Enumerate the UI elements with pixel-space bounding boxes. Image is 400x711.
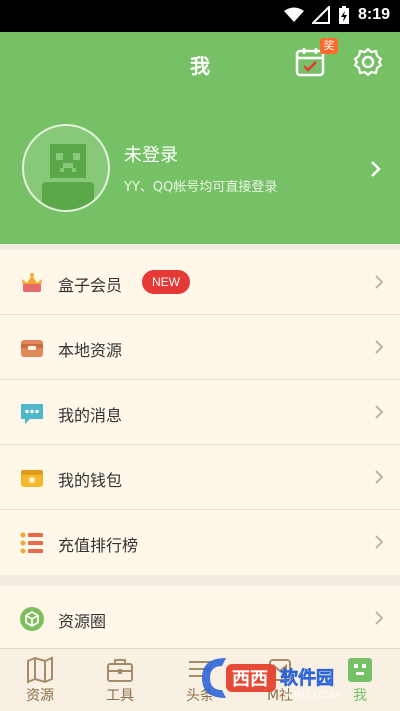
message-icon bbox=[21, 404, 43, 424]
new-badge: NEW bbox=[142, 270, 190, 294]
menu-label-ranking: 充值排行榜 bbox=[58, 536, 139, 555]
wallet-icon bbox=[21, 470, 43, 487]
battery-icon bbox=[338, 6, 349, 24]
tab-label-tools: 工具 bbox=[106, 688, 134, 704]
toolbox-icon bbox=[107, 659, 133, 682]
login-profile-card[interactable]: 未登录 YY、QQ帐号均可直接登录 bbox=[0, 94, 400, 244]
menu-label-local-resource: 本地资源 bbox=[58, 341, 123, 360]
checkin-button[interactable]: 奖 bbox=[294, 38, 338, 78]
tab-label-resources: 资源 bbox=[26, 688, 54, 704]
resource-circle-icon bbox=[20, 607, 44, 631]
tab-resources[interactable]: 资源 bbox=[0, 655, 80, 705]
wifi-icon bbox=[283, 7, 304, 22]
menu-group-secondary: 资源圈 bbox=[0, 586, 400, 651]
local-resource-icon bbox=[21, 340, 43, 357]
chevron-right-icon bbox=[375, 405, 384, 419]
chevron-right-icon bbox=[375, 275, 384, 289]
chevron-right-icon bbox=[375, 470, 384, 484]
gear-icon bbox=[353, 47, 383, 77]
login-status: 未登录 bbox=[124, 145, 178, 166]
map-icon bbox=[27, 656, 53, 684]
menu-label-wallet: 我的钱包 bbox=[58, 471, 123, 490]
tab-tools[interactable]: 工具 bbox=[80, 655, 160, 705]
menu-label-messages: 我的消息 bbox=[58, 406, 123, 425]
status-bar: 8:19 bbox=[0, 0, 400, 32]
menu-item-vip[interactable]: 盒子会员 NEW bbox=[0, 250, 400, 315]
menu-label-vip: 盒子会员 bbox=[58, 276, 123, 295]
chevron-right-icon bbox=[375, 535, 384, 549]
settings-button[interactable] bbox=[352, 46, 384, 78]
menu-item-local-resource[interactable]: 本地资源 bbox=[0, 315, 400, 380]
vip-icon bbox=[22, 273, 42, 292]
menu-item-wallet[interactable]: 我的钱包 bbox=[0, 445, 400, 510]
app-header: 我 奖 bbox=[0, 32, 400, 94]
page-title: 我 bbox=[190, 54, 210, 78]
login-hint: YY、QQ帐号均可直接登录 bbox=[124, 180, 278, 195]
menu-label-resource-circle: 资源圈 bbox=[58, 612, 107, 631]
menu-item-messages[interactable]: 我的消息 bbox=[0, 380, 400, 445]
status-time: 8:19 bbox=[357, 6, 390, 23]
chevron-right-icon bbox=[375, 340, 384, 354]
default-avatar-icon bbox=[42, 144, 94, 210]
svg-text:CR173.COM: CR173.COM bbox=[288, 690, 340, 700]
ranking-icon bbox=[20, 532, 43, 554]
svg-text:软件园: 软件园 bbox=[280, 667, 334, 689]
watermark-logo: 西西 软件园 CR173.COM bbox=[196, 654, 384, 706]
signal-icon bbox=[311, 6, 330, 24]
avatar bbox=[22, 124, 110, 212]
chevron-right-icon bbox=[371, 161, 381, 177]
menu-group-main: 盒子会员 NEW 本地资源 我的消息 我的钱包 充值排行榜 bbox=[0, 250, 400, 575]
chevron-right-icon bbox=[375, 611, 384, 625]
menu-item-ranking[interactable]: 充值排行榜 bbox=[0, 510, 400, 575]
menu-item-resource-circle[interactable]: 资源圈 bbox=[0, 586, 400, 651]
reward-badge: 奖 bbox=[320, 38, 338, 54]
watermark-text-1: 西西 bbox=[232, 669, 268, 690]
